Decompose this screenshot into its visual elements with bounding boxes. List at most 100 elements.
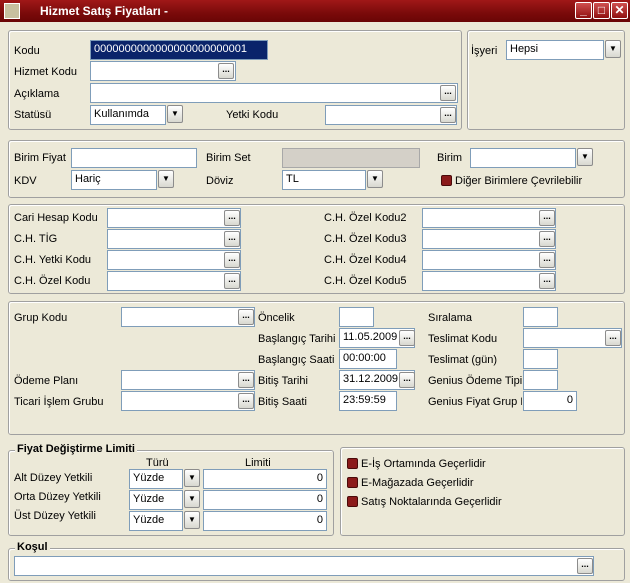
- genius-odeme-tipi-field[interactable]: [523, 370, 558, 390]
- ch-ozel-kodu2-ellipsis-button[interactable]: ...: [539, 210, 555, 226]
- orta-duzey-turu-dropdown-button[interactable]: ▼: [184, 490, 200, 508]
- isyeri-select[interactable]: Hepsi: [506, 40, 604, 60]
- ticari-islem-grubu-label: Ticari İşlem Grubu: [14, 396, 104, 408]
- hizmet-kodu-field[interactable]: [90, 61, 236, 81]
- ust-duzey-label: Üst Düzey Yetkili: [14, 510, 96, 522]
- doviz-select[interactable]: TL: [282, 170, 366, 190]
- orta-duzey-limit-field[interactable]: 0: [203, 490, 327, 510]
- birim-set-field: [282, 148, 420, 168]
- ch-ozel-kodu5-ellipsis-button[interactable]: ...: [539, 273, 555, 289]
- ch-ozel-kodu2-field[interactable]: [422, 208, 556, 228]
- satis-noktalari-label: Satış Noktalarında Geçerlidir: [361, 496, 502, 508]
- ch-ozel-kodu3-label: C.H. Özel Kodu3: [324, 233, 407, 245]
- birim-select[interactable]: [470, 148, 576, 168]
- statusu-label: Statüsü: [14, 109, 52, 121]
- ticari-islem-grubu-ellipsis-button[interactable]: ...: [238, 393, 254, 409]
- orta-duzey-label: Orta Düzey Yetkili: [14, 491, 101, 503]
- kdv-select[interactable]: Hariç: [71, 170, 157, 190]
- genius-fiyat-grup-label: Genius Fiyat Grup N: [428, 396, 522, 408]
- isyeri-label: İşyeri: [471, 45, 498, 57]
- minimize-button[interactable]: _: [575, 2, 592, 19]
- baslangic-tarihi-label: Başlangıç Tarihi: [258, 333, 336, 345]
- doviz-dropdown-button[interactable]: ▼: [367, 170, 383, 188]
- orta-duzey-turu-select[interactable]: Yüzde: [129, 490, 183, 510]
- eis-label: E-İş Ortamında Geçerlidir: [361, 458, 486, 470]
- emagaza-checkbox[interactable]: [347, 477, 358, 488]
- grup-kodu-label: Grup Kodu: [14, 312, 68, 324]
- close-button[interactable]: ✕: [611, 2, 628, 19]
- grup-kodu-ellipsis-button[interactable]: ...: [238, 309, 254, 325]
- app-icon: [4, 3, 20, 19]
- ch-ozel-kodu-ellipsis-button[interactable]: ...: [224, 273, 240, 289]
- birim-dropdown-button[interactable]: ▼: [577, 148, 593, 166]
- maximize-button[interactable]: □: [593, 2, 610, 19]
- aciklama-field[interactable]: [90, 83, 458, 103]
- ch-ozel-kodu-field[interactable]: [107, 271, 241, 291]
- birim-set-label: Birim Set: [206, 152, 251, 164]
- statusu-select[interactable]: Kullanımda: [90, 105, 166, 125]
- statusu-dropdown-button[interactable]: ▼: [167, 105, 183, 123]
- ch-tig-field[interactable]: [107, 229, 241, 249]
- bitis-saati-label: Bitiş Saati: [258, 396, 307, 408]
- hizmet-kodu-ellipsis-button[interactable]: ...: [218, 63, 234, 79]
- ch-ozel-kodu3-field[interactable]: [422, 229, 556, 249]
- birim-fiyat-field[interactable]: [71, 148, 197, 168]
- yetki-kodu-ellipsis-button[interactable]: ...: [440, 107, 456, 123]
- siralama-label: Sıralama: [428, 312, 473, 324]
- alt-duzey-turu-dropdown-button[interactable]: ▼: [184, 469, 200, 487]
- yetki-kodu-field[interactable]: [325, 105, 457, 125]
- alt-duzey-turu-select[interactable]: Yüzde: [129, 469, 183, 489]
- cari-hesap-kodu-ellipsis-button[interactable]: ...: [224, 210, 240, 226]
- ch-yetki-kodu-label: C.H. Yetki Kodu: [14, 254, 92, 266]
- teslimat-kodu-label: Teslimat Kodu: [428, 333, 498, 345]
- limiti-header: Limiti: [245, 457, 271, 469]
- ch-ozel-kodu4-field[interactable]: [422, 250, 556, 270]
- ch-yetki-kodu-field[interactable]: [107, 250, 241, 270]
- baslangic-tarihi-ellipsis-button[interactable]: ...: [399, 330, 415, 346]
- aciklama-label: Açıklama: [14, 88, 60, 100]
- ticari-islem-grubu-field[interactable]: [121, 391, 255, 411]
- ch-ozel-kodu5-field[interactable]: [422, 271, 556, 291]
- siralama-field[interactable]: [523, 307, 558, 327]
- genius-fiyat-grup-field[interactable]: 0: [523, 391, 577, 411]
- grup-kodu-field[interactable]: [121, 307, 255, 327]
- ch-ozel-kodu-label: C.H. Özel Kodu: [14, 275, 91, 287]
- ust-duzey-turu-dropdown-button[interactable]: ▼: [184, 511, 200, 529]
- bitis-tarihi-label: Bitiş Tarihi: [258, 375, 308, 387]
- birim-label: Birim: [437, 152, 463, 164]
- bitis-tarihi-ellipsis-button[interactable]: ...: [399, 372, 415, 388]
- kosul-field[interactable]: [14, 556, 594, 576]
- kosul-title: Koşul: [15, 541, 50, 553]
- oncelik-field[interactable]: [339, 307, 374, 327]
- satis-noktalari-checkbox[interactable]: [347, 496, 358, 507]
- ch-ozel-kodu2-label: C.H. Özel Kodu2: [324, 212, 407, 224]
- doviz-label: Döviz: [206, 175, 234, 187]
- isyeri-dropdown-button[interactable]: ▼: [605, 40, 621, 58]
- title-bar: Hizmet Satış Fiyatları - _ □ ✕: [0, 0, 630, 22]
- ch-yetki-kodu-ellipsis-button[interactable]: ...: [224, 252, 240, 268]
- turu-header: Türü: [146, 457, 169, 469]
- odeme-plani-field[interactable]: [121, 370, 255, 390]
- alt-duzey-limit-field[interactable]: 0: [203, 469, 327, 489]
- ch-ozel-kodu4-ellipsis-button[interactable]: ...: [539, 252, 555, 268]
- kosul-ellipsis-button[interactable]: ...: [577, 558, 593, 574]
- bitis-saati-field[interactable]: 23:59:59: [339, 391, 397, 411]
- odeme-plani-ellipsis-button[interactable]: ...: [238, 372, 254, 388]
- baslangic-saati-field[interactable]: 00:00:00: [339, 349, 397, 369]
- ch-ozel-kodu3-ellipsis-button[interactable]: ...: [539, 231, 555, 247]
- ust-duzey-limit-field[interactable]: 0: [203, 511, 327, 531]
- diger-birimler-checkbox[interactable]: [441, 175, 452, 186]
- ch-tig-ellipsis-button[interactable]: ...: [224, 231, 240, 247]
- eis-checkbox[interactable]: [347, 458, 358, 469]
- cari-hesap-kodu-field[interactable]: [107, 208, 241, 228]
- kdv-label: KDV: [14, 175, 37, 187]
- teslimat-gun-label: Teslimat (gün): [428, 354, 498, 366]
- kdv-dropdown-button[interactable]: ▼: [158, 170, 174, 188]
- teslimat-kodu-ellipsis-button[interactable]: ...: [605, 330, 621, 346]
- ch-tig-label: C.H. TİG: [14, 233, 58, 245]
- alt-duzey-label: Alt Düzey Yetkili: [14, 472, 93, 484]
- aciklama-ellipsis-button[interactable]: ...: [440, 85, 456, 101]
- teslimat-gun-field[interactable]: [523, 349, 558, 369]
- ust-duzey-turu-select[interactable]: Yüzde: [129, 511, 183, 531]
- kodu-field[interactable]: 0000000000000000000000001: [90, 40, 268, 60]
